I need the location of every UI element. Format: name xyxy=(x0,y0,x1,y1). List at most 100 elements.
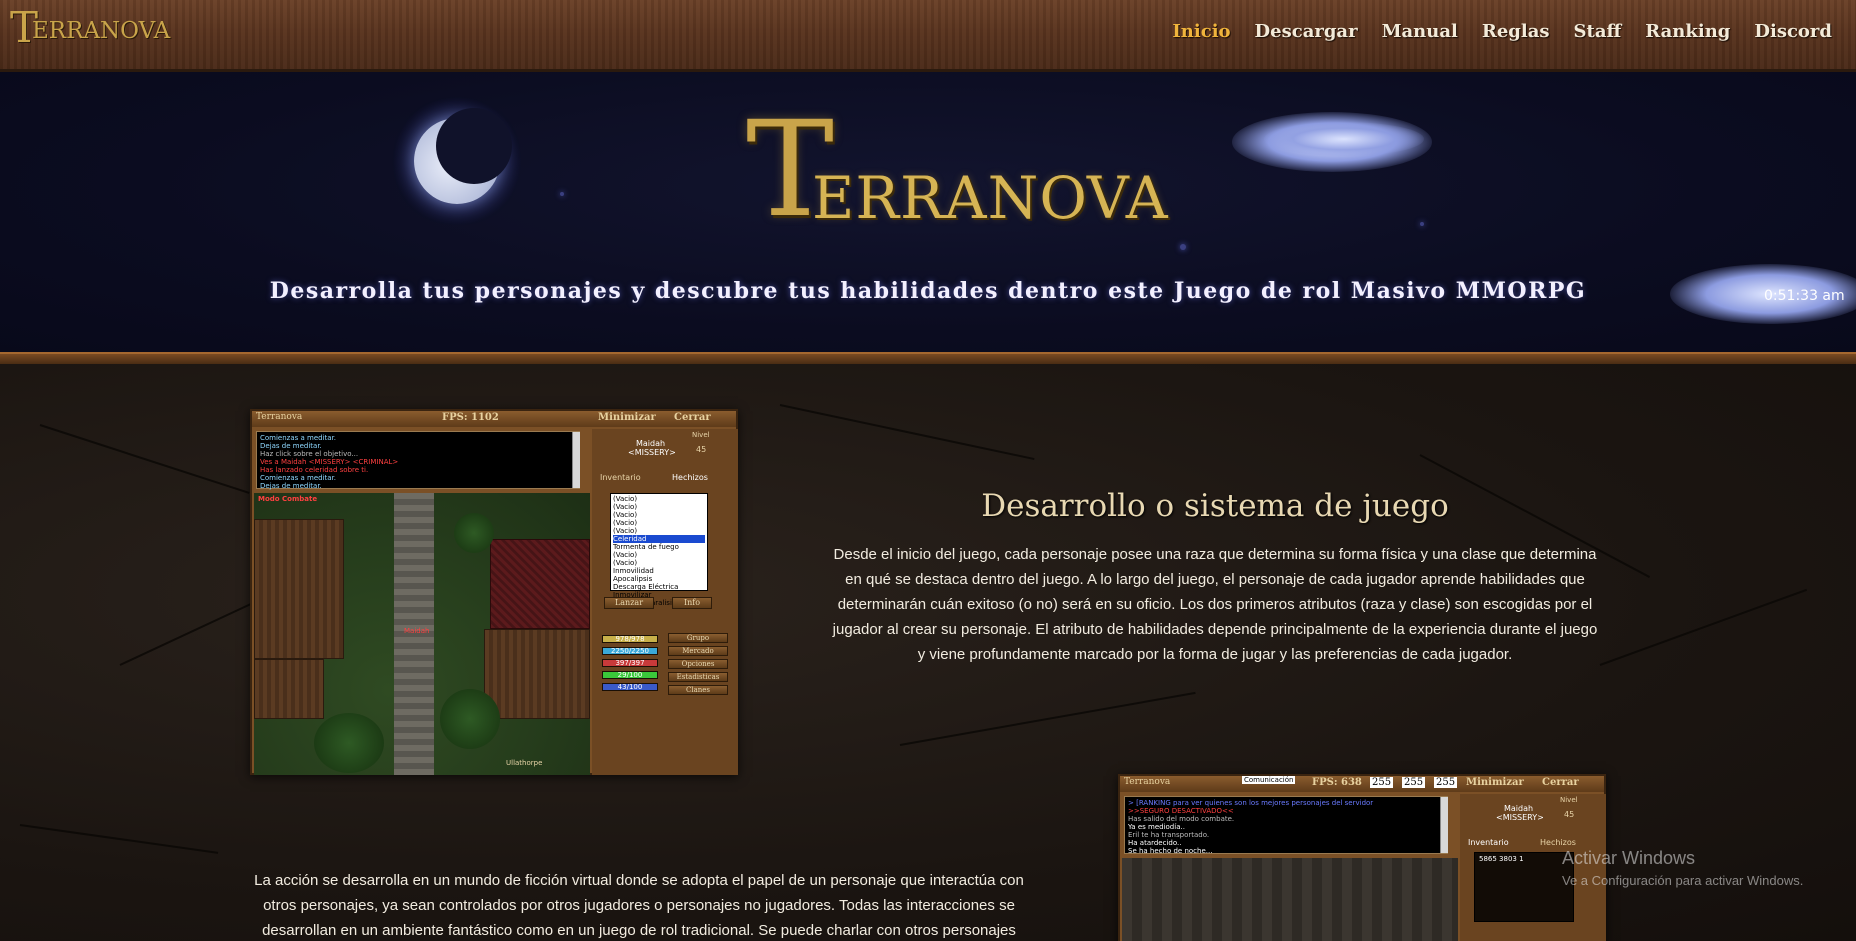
spell-item[interactable]: Tormenta de fuego xyxy=(613,543,705,551)
spell-item[interactable]: (Vacio) xyxy=(613,511,705,519)
map-house-roof xyxy=(490,539,590,629)
brand-text: ERRANOVA xyxy=(32,18,171,44)
side-button[interactable]: Grupo xyxy=(668,633,728,643)
watermark-subtitle: Ve a Configuración para activar Windows. xyxy=(1562,873,1804,888)
console-line: >>SEGURO DESACTIVADO<< xyxy=(1128,807,1234,815)
hero-logo-text: ERRANOVA xyxy=(812,164,1169,232)
side-button[interactable]: Estadisticas xyxy=(668,672,728,682)
brand-logo[interactable]: T ERRANOVA xyxy=(10,7,171,49)
stat-bar: 397/397 xyxy=(602,659,658,667)
level-value: 45 xyxy=(1564,810,1575,819)
game-console: Comienzas a meditar. Dejas de meditar. H… xyxy=(256,431,580,490)
info-button[interactable]: Info xyxy=(672,597,712,609)
clock: 0:51:33 am xyxy=(1764,288,1845,304)
console-line: Eril te ha transportado. xyxy=(1128,831,1210,839)
spell-list[interactable]: (Vacio) (Vacio) (Vacio) (Vacio) (Vacio) Celer… xyxy=(610,493,708,607)
console-line: Comienzas a meditar. xyxy=(260,434,337,442)
nav-link-ranking[interactable]: Ranking xyxy=(1645,21,1730,42)
spell-item[interactable]: Inmovilidad xyxy=(613,567,705,575)
map-location-label: Ullathorpe xyxy=(506,759,543,767)
console-line: Has salido del modo combate. xyxy=(1128,815,1235,823)
nav-link-reglas[interactable]: Reglas xyxy=(1482,21,1550,42)
watermark-title: Activar Windows xyxy=(1562,848,1696,868)
section-title: Desarrollo o sistema de juego xyxy=(981,488,1449,524)
console-scrollbar xyxy=(572,432,580,488)
spell-item[interactable]: (Vacio) xyxy=(613,495,705,503)
spell-item[interactable]: (Vacio) xyxy=(613,519,705,527)
level-label: Nivel xyxy=(1560,796,1578,804)
stat-bar: 29/100 xyxy=(602,671,658,679)
game-screenshot-1: Terranova FPS: 1102 Minimizar Cerrar Com… xyxy=(250,409,738,775)
cloud-illustration xyxy=(1264,122,1424,156)
inventory-grid[interactable]: 5865 3803 1 xyxy=(1474,852,1574,922)
tab-inventory[interactable]: Inventario xyxy=(600,473,641,482)
player-clan: <MISSERY> xyxy=(1496,813,1544,822)
stat-bar: 2250/2250 xyxy=(602,647,658,655)
map-house xyxy=(254,659,324,719)
tab-inventory[interactable]: Inventario xyxy=(1468,838,1509,847)
star xyxy=(1420,222,1424,226)
spell-item[interactable]: Descarga Eléctrica xyxy=(613,583,705,591)
moon-illustration xyxy=(392,96,522,226)
nav-link-discord[interactable]: Discord xyxy=(1754,21,1832,42)
cast-button[interactable]: Lanzar xyxy=(604,597,654,609)
tab-spells[interactable]: Hechizos xyxy=(672,473,708,482)
communication-box: Comunicación xyxy=(1242,776,1296,784)
nav-menu: Inicio Descargar Manual Reglas Staff Ran… xyxy=(1172,0,1832,62)
hero-divider xyxy=(0,352,1856,364)
spell-item[interactable]: Celeridad xyxy=(613,535,705,543)
hero-banner: T ERRANOVA Desarrolla tus personajes y d… xyxy=(0,72,1856,358)
game-window-logo: Terranova xyxy=(256,412,303,422)
level-label: Nivel xyxy=(692,431,710,439)
spell-item[interactable]: (Vacio) xyxy=(613,559,705,567)
section-paragraph-2: La acción se desarrolla en un mundo de f… xyxy=(254,872,1024,939)
spell-item[interactable]: (Vacio) xyxy=(613,503,705,511)
side-button[interactable]: Clanes xyxy=(668,685,728,695)
ground-crack xyxy=(899,691,1196,746)
map-house xyxy=(484,629,590,719)
tab-spells[interactable]: Hechizos xyxy=(1540,838,1576,847)
console-line: Ha atardecido.. xyxy=(1128,839,1182,847)
nav-link-manual[interactable]: Manual xyxy=(1382,21,1458,42)
coord-y: 255 xyxy=(1402,777,1426,788)
game-side-panel: Maidah <MISSERY> Nivel 45 Inventario Hec… xyxy=(592,429,738,775)
player-name: Maidah xyxy=(636,439,666,448)
top-navbar: T ERRANOVA Inicio Descargar Manual Regla… xyxy=(0,0,1856,72)
ground-crack xyxy=(779,404,1035,461)
console-line: Se ha hecho de noche... xyxy=(1128,847,1213,855)
nav-link-descargar[interactable]: Descargar xyxy=(1255,21,1358,42)
minimize-label: Minimizar xyxy=(598,412,656,423)
map-tree xyxy=(440,689,500,749)
game-window-titlebar: Terranova 255 255 255 FPS: 638 Minimizar… xyxy=(1120,776,1604,792)
hero-logo: T ERRANOVA xyxy=(746,104,1168,244)
nav-link-staff[interactable]: Staff xyxy=(1574,21,1622,42)
coord-x: 255 xyxy=(1370,777,1394,788)
spell-item[interactable]: (Vacio) xyxy=(613,551,705,559)
console-line: Ya es mediodía.. xyxy=(1128,823,1185,831)
spell-item[interactable]: Apocalipsis xyxy=(613,575,705,583)
fps-counter: FPS: 638 xyxy=(1312,777,1362,788)
console-line: > [RANKING para ver quienes son los mejo… xyxy=(1128,799,1374,807)
game-map-view: Modo Combate Maidah Ullathorpe xyxy=(254,493,590,775)
map-tree xyxy=(314,713,384,773)
nav-link-inicio[interactable]: Inicio xyxy=(1172,21,1230,42)
stat-bar: 43/100 xyxy=(602,683,658,691)
npc-label: Maidah xyxy=(404,627,430,635)
ground-crack xyxy=(39,424,250,494)
ground-crack xyxy=(1599,588,1808,666)
spell-item[interactable]: (Vacio) xyxy=(613,527,705,535)
console-line: Has lanzado celeridad sobre ti. xyxy=(260,466,369,474)
side-button[interactable]: Opciones xyxy=(668,659,728,669)
main-content: Terranova FPS: 1102 Minimizar Cerrar Com… xyxy=(0,364,1856,941)
side-button[interactable]: Mercado xyxy=(668,646,728,656)
minimize-label: Minimizar xyxy=(1466,777,1524,788)
map-tree xyxy=(454,513,494,553)
windows-activation-watermark: Activar Windows Ve a Configuración para … xyxy=(1562,848,1803,888)
game-map-view xyxy=(1122,858,1458,941)
player-clan: <MISSERY> xyxy=(628,448,676,457)
hero-tagline: Desarrolla tus personajes y descubre tus… xyxy=(269,278,1587,304)
coord-z: 255 xyxy=(1434,777,1458,788)
stat-bar: 978/978 xyxy=(602,635,658,643)
combat-mode-label: Modo Combate xyxy=(258,495,318,503)
fps-counter: FPS: 1102 xyxy=(442,412,499,423)
